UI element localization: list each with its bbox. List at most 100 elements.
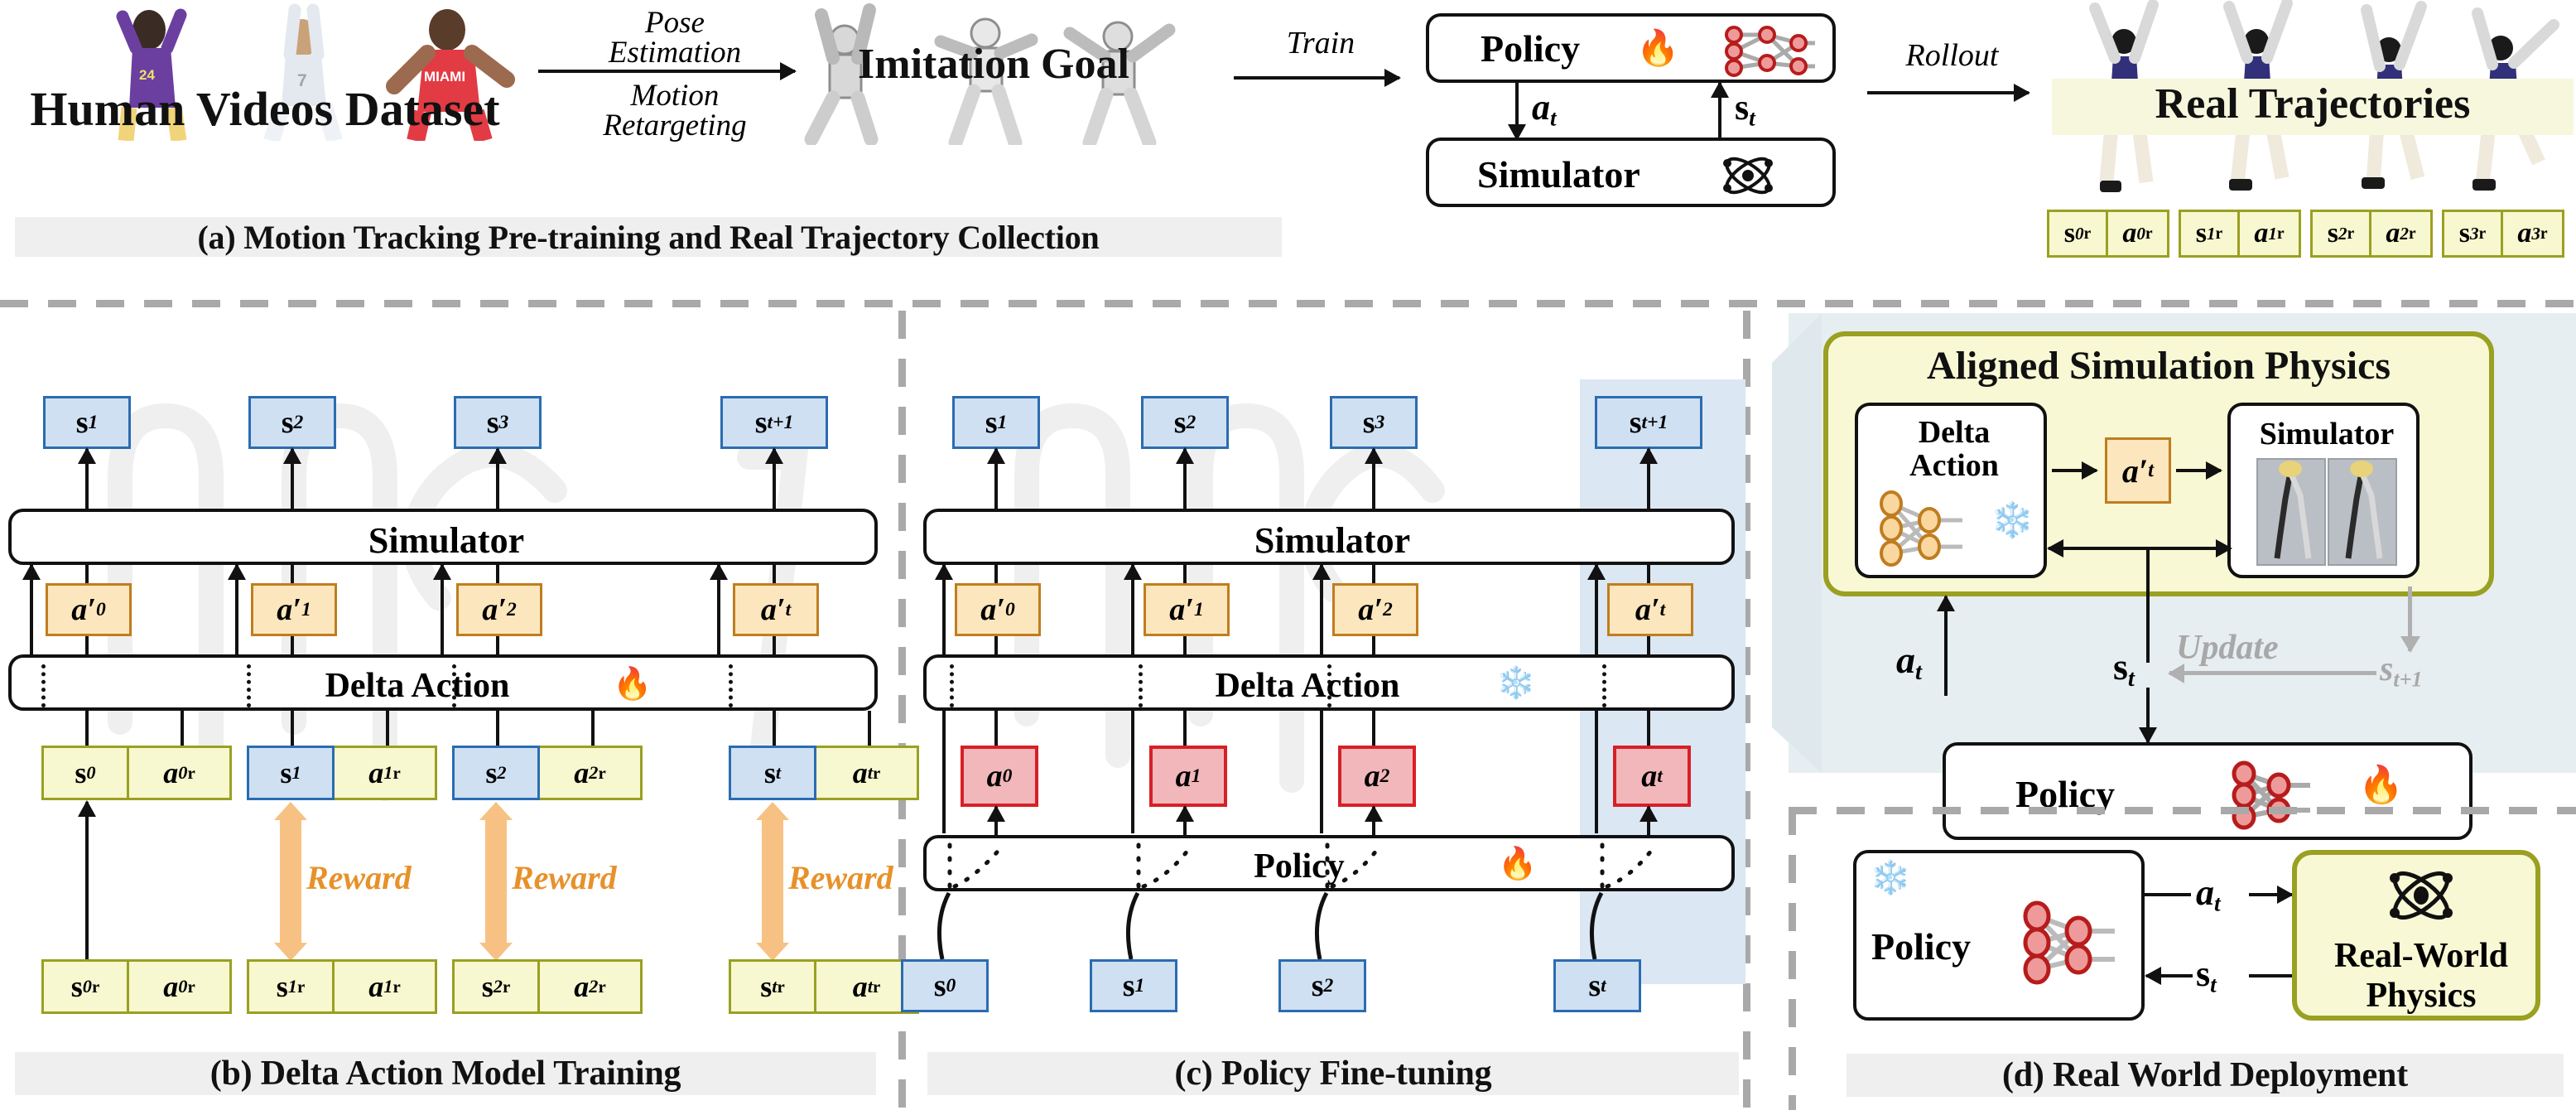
- action-symbol: a: [163, 970, 179, 1003]
- zoom-delta-to-action-arrow: [2052, 469, 2097, 472]
- action-symbol: a: [1896, 639, 1915, 681]
- zoom-sim-output-arrow: [2408, 586, 2412, 651]
- zoom-delta-action-box[interactable]: Delta Action ❄️: [1855, 403, 2047, 578]
- prime-mark: ′: [2138, 451, 2149, 490]
- panel-c-policy-action-box: a2: [1338, 746, 1416, 807]
- traj-token-symbol: a: [2517, 218, 2532, 249]
- zoom-simulator-label: Simulator: [2259, 417, 2395, 451]
- panel-b-pair-line: [773, 711, 776, 746]
- panel-c-policy-action-line: [1183, 711, 1187, 746]
- policy-action-sub: 1: [1191, 765, 1201, 787]
- panel-c-simulator-box[interactable]: Simulator: [923, 509, 1735, 565]
- action-symbol: a: [852, 970, 868, 1003]
- traj-token-sup: r: [2540, 224, 2548, 243]
- panel-b-real-state: s1r: [247, 959, 335, 1014]
- panel-c-sim-out-line: [1183, 449, 1187, 509]
- panel-c-delta-action-module[interactable]: Delta Action ❄️: [923, 654, 1735, 711]
- dot-connector: [950, 664, 954, 707]
- panel-a-caption: (a) Motion Tracking Pre-training and Rea…: [15, 217, 1282, 257]
- state-sub: 3: [1375, 411, 1385, 433]
- state-sub: t: [2127, 665, 2135, 692]
- state-symbol: s: [70, 970, 83, 1003]
- action-sub: 1: [383, 976, 393, 997]
- action-sup: r: [872, 762, 881, 783]
- panel-c-policy-module[interactable]: Policy 🔥: [923, 835, 1735, 891]
- zoom-next-state-label: st+1: [2380, 649, 2422, 692]
- action-sub: t: [1915, 659, 1922, 685]
- delta-action-sub: t: [1659, 598, 1666, 620]
- panel-d-policy-label: Policy: [1871, 925, 1972, 968]
- rollout-label: Rollout: [1905, 38, 1999, 73]
- panel-c-delta-action-box: a ′ 0: [955, 583, 1041, 636]
- panel-a-action-label: at: [1532, 86, 1557, 132]
- action-subscript: t: [1550, 105, 1557, 131]
- neural-net-icon: [1719, 23, 1818, 84]
- panel-b-delta-action-module[interactable]: Delta Action 🔥: [8, 654, 878, 711]
- panel-b-real-state: str: [729, 959, 816, 1014]
- neural-net-icon: [1870, 487, 1986, 574]
- panel-b-state-box: s1: [43, 396, 131, 449]
- panel-a-policy-label: Policy: [1481, 27, 1581, 70]
- action-symbol: a: [574, 756, 590, 789]
- state-sub: 1: [287, 976, 297, 997]
- action-sub: t: [2214, 891, 2221, 916]
- panel-d-physics-box[interactable]: Real-World Physics: [2292, 850, 2540, 1021]
- next-state-sub: t+1: [2393, 667, 2423, 692]
- zoom-action-up-line: [1944, 596, 1948, 696]
- panel-a-simulator-box[interactable]: Simulator: [1426, 138, 1836, 207]
- traj-token-symbol: a: [2122, 218, 2137, 249]
- panel-b-input-pairs: s0 a0r s1 a1r s2 a2r st atr: [0, 746, 919, 800]
- action-sub: 1: [383, 762, 393, 783]
- panel-d-policy-box[interactable]: ❄️ Policy: [1853, 850, 2145, 1021]
- zoom-state-rail: [2146, 547, 2150, 663]
- panel-b-simulator-box[interactable]: Simulator: [8, 509, 878, 565]
- state-symbol: s: [1173, 405, 1187, 440]
- next-state-symbol: s: [2380, 650, 2394, 688]
- zoom-delta-action-label-2: Action: [1909, 448, 1999, 483]
- zoom-simulator-box[interactable]: Simulator: [2227, 403, 2420, 578]
- panel-c-simulator-label: Simulator: [1254, 520, 1411, 561]
- panel-c-policy-action-line: [994, 711, 998, 746]
- panel-b-pair-line: [291, 711, 294, 746]
- traj-token: a0r: [2108, 210, 2169, 258]
- state-sup: r: [91, 976, 100, 997]
- neural-net-icon: [2014, 896, 2138, 992]
- state-sup: r: [777, 976, 785, 997]
- state-sub: 1: [291, 762, 301, 783]
- panel-c-policy-action-box: at: [1613, 746, 1691, 807]
- panel-a-policy-box[interactable]: Policy 🔥: [1426, 13, 1836, 83]
- zoom-update-label: Update: [2176, 629, 2279, 667]
- state-subscript: t: [1749, 105, 1755, 131]
- traj-token-symbol: a: [2254, 218, 2269, 249]
- state-symbol: s: [985, 405, 998, 440]
- panel-c-policy-state-box: s2: [1278, 959, 1366, 1012]
- panel-b-delta-action-box: a ′ 2: [456, 583, 542, 636]
- state-symbol: s: [1629, 405, 1642, 440]
- panel-b-input-action: a2r: [540, 746, 643, 800]
- panel-b-simulator-label: Simulator: [368, 520, 525, 561]
- action-sup: r: [598, 976, 606, 997]
- policy-action-symbol: a: [986, 759, 1003, 794]
- traj-token-symbol: s: [2327, 218, 2338, 249]
- state-sub: t: [775, 762, 782, 783]
- state-symbol: s: [760, 970, 773, 1003]
- action-symbol: a: [368, 756, 384, 789]
- state-sub: 0: [82, 976, 92, 997]
- panel-b-sim-out-line: [291, 449, 294, 509]
- state-symbol: s: [485, 756, 498, 789]
- prime-mark: ′: [1185, 592, 1194, 627]
- action-sup: r: [392, 976, 401, 997]
- panel-d-state-label: st: [2196, 953, 2217, 998]
- panel-b-real-pairs: s0r a0r s1r a1r s2r a2r str atr: [0, 959, 919, 1014]
- panel-d: ❄️ Policy at st Real-World Physics (d) R…: [1789, 807, 2576, 1115]
- panel-c-state-box: s t+1: [1595, 396, 1702, 449]
- state-sub: t: [1601, 974, 1606, 997]
- panel-c-sim-out-line: [1372, 449, 1375, 509]
- real-trajectory-tokens: s0r a0r s1r a1r s2r a2r s3r a3r: [2047, 210, 2576, 259]
- panel-b-input-state: s2: [452, 746, 540, 800]
- panel-c-delta-action-box: a ′ 1: [1144, 583, 1230, 636]
- fire-icon: 🔥: [2358, 765, 2404, 805]
- mid-action-symbol: a: [2121, 451, 2139, 490]
- rollout-arrow: Rollout: [1863, 33, 2041, 124]
- fire-icon: 🔥: [613, 667, 652, 702]
